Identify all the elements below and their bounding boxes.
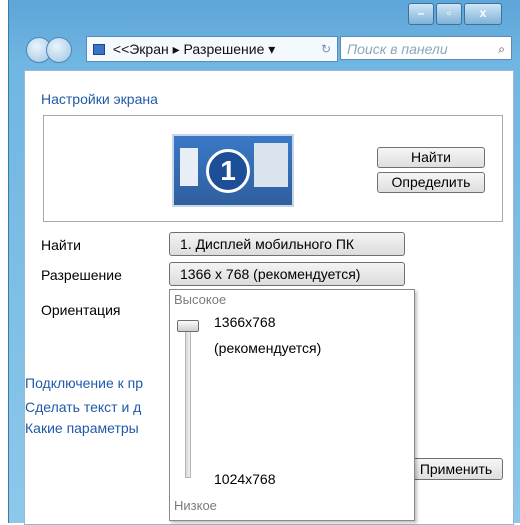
search-placeholder: Поиск в панели	[347, 41, 448, 57]
resolution-option-1366[interactable]: 1366x768	[214, 314, 276, 330]
low-label: Низкое	[174, 498, 217, 513]
window: – ▫ x <<Экран ▸ Разрешение ▾ ↻ Поиск в п…	[0, 0, 520, 525]
resolution-slider-thumb[interactable]	[177, 320, 199, 332]
monitor-number: 1	[206, 149, 250, 193]
title-buttons: – ▫ x	[406, 3, 502, 25]
main-content: Настройки экрана 1 Найти Определить Найт…	[24, 70, 514, 525]
resolution-slider-track[interactable]	[185, 326, 191, 478]
display-label: Найти	[41, 237, 81, 253]
resolution-dropdown-popup: Высокое 1366x768 (рекомендуется) 1024x76…	[169, 289, 415, 521]
text-size-link[interactable]: Сделать текст и д	[25, 399, 141, 415]
refresh-icon[interactable]: ↻	[321, 37, 331, 61]
resolution-label: Разрешение	[41, 267, 122, 283]
find-button[interactable]: Найти	[377, 147, 485, 168]
search-input[interactable]: Поиск в панели ⌕	[340, 36, 512, 60]
display-preview: 1 Найти Определить	[43, 115, 503, 222]
orientation-label: Ориентация	[41, 302, 121, 318]
page-title: Настройки экрана	[41, 91, 158, 107]
high-label: Высокое	[174, 292, 227, 307]
minimize-button[interactable]: –	[408, 3, 434, 25]
resolution-option-1366-note[interactable]: (рекомендуется)	[214, 340, 321, 356]
control-panel-icon	[93, 44, 105, 55]
identify-button[interactable]: Определить	[377, 172, 485, 193]
address-bar[interactable]: <<Экран ▸ Разрешение ▾ ↻	[86, 36, 338, 62]
window-thumbnail-icon	[180, 148, 198, 186]
forward-button[interactable]	[46, 37, 72, 63]
search-icon[interactable]: ⌕	[498, 37, 505, 61]
resolution-select[interactable]: 1366 x 768 (рекомендуется)	[169, 262, 405, 286]
which-settings-link[interactable]: Какие параметры	[25, 420, 139, 436]
window-thumbnail-icon	[254, 143, 288, 187]
connect-projector-link[interactable]: Подключение к пр	[25, 375, 143, 391]
address-path: <<Экран ▸ Разрешение ▾	[112, 41, 276, 57]
resolution-option-1024[interactable]: 1024x768	[214, 471, 276, 487]
apply-button[interactable]: Применить	[409, 458, 503, 480]
maximize-button[interactable]: ▫	[436, 3, 462, 25]
display-select[interactable]: 1. Дисплей мобильного ПК	[169, 232, 405, 256]
close-button[interactable]: x	[464, 3, 502, 25]
monitor-1-icon[interactable]: 1	[172, 134, 294, 207]
